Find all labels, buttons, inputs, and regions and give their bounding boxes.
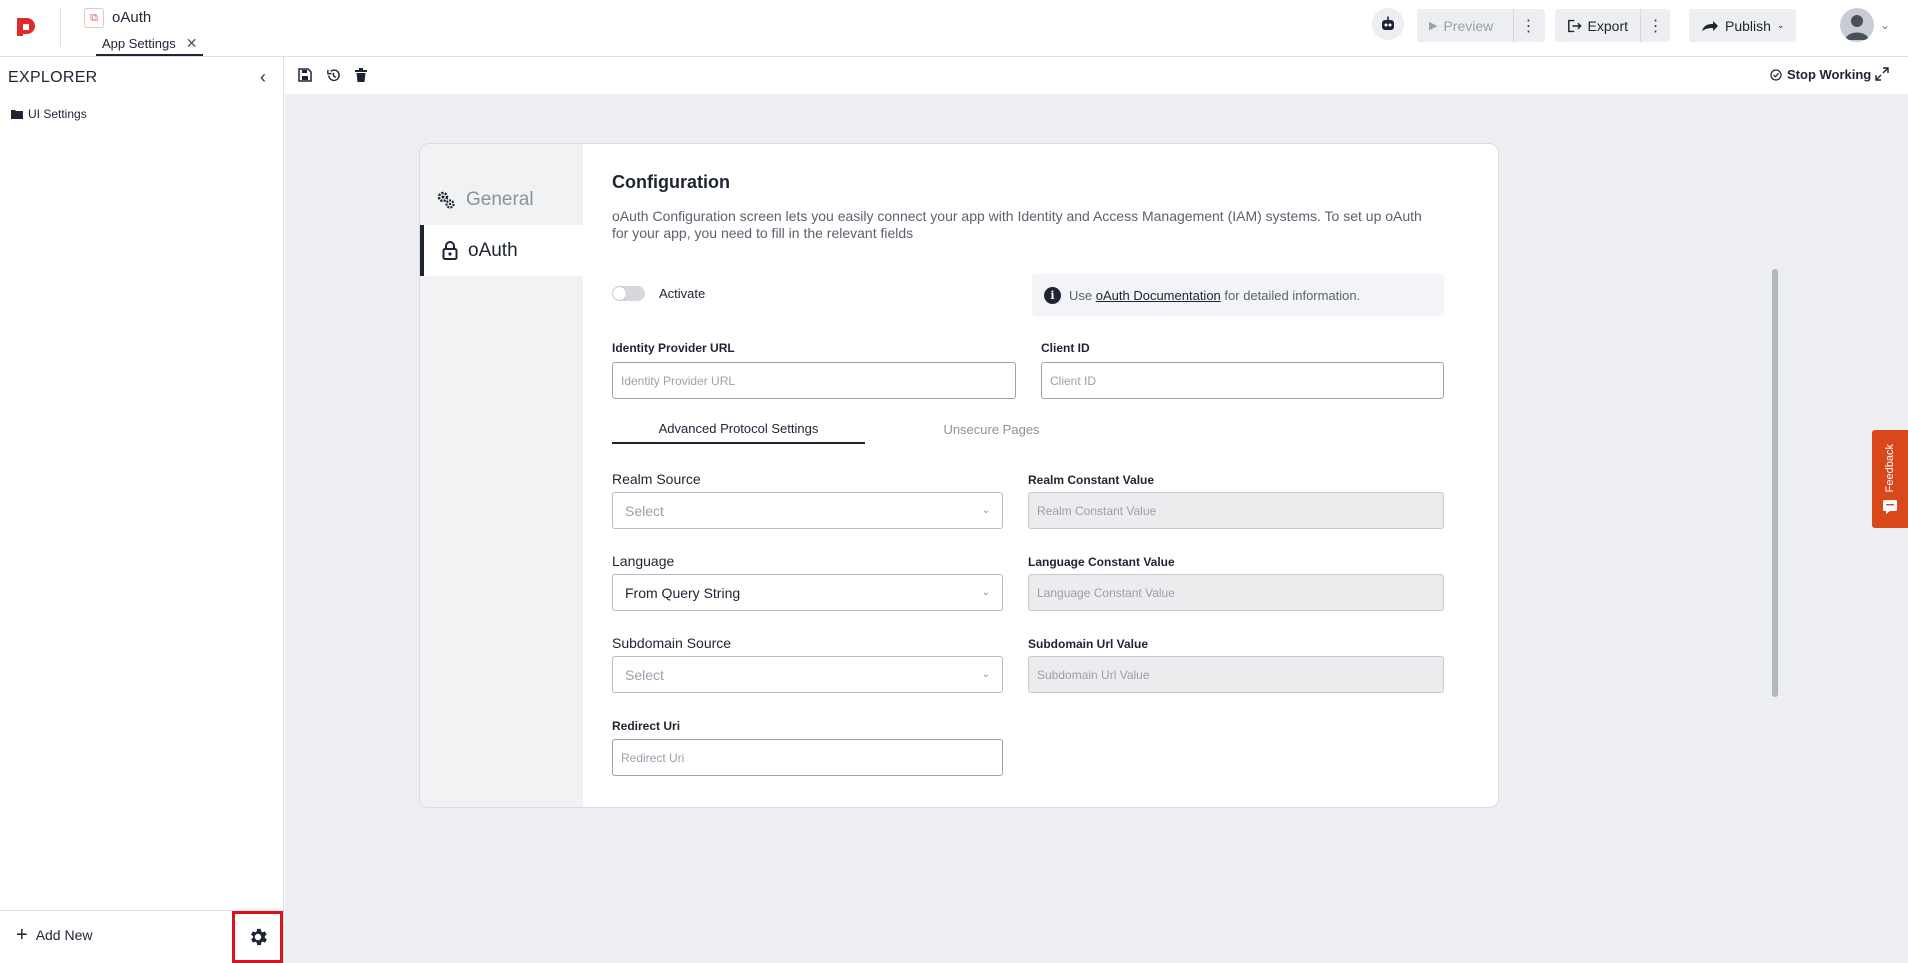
- realm-source-label: Realm Source: [612, 471, 701, 487]
- stop-working-button[interactable]: Stop Working: [1770, 67, 1871, 82]
- feedback-button[interactable]: Feedback: [1872, 430, 1908, 528]
- nav-item-oauth[interactable]: oAuth: [420, 225, 583, 276]
- language-constant-label: Language Constant Value: [1028, 555, 1175, 569]
- language-value: From Query String: [625, 584, 741, 601]
- client-id-label: Client ID: [1041, 341, 1090, 355]
- language-label: Language: [612, 553, 675, 569]
- subdomain-source-label: Subdomain Source: [612, 635, 732, 651]
- topbar-divider: [60, 8, 61, 46]
- check-circle-icon: [1770, 68, 1782, 81]
- realm-constant-label: Realm Constant Value: [1028, 473, 1155, 487]
- section-description: oAuth Configuration screen lets you easi…: [612, 208, 1422, 241]
- tab-label: App Settings: [102, 35, 176, 51]
- add-new-button[interactable]: + Add New: [16, 924, 93, 946]
- sidebar-item-label: UI Settings: [28, 107, 87, 121]
- protocol-subtabs: Advanced Protocol Settings Unsecure Page…: [612, 414, 1442, 444]
- folder-icon: [11, 110, 23, 119]
- export-button-group: Export ⋮: [1555, 9, 1670, 42]
- chevron-down-icon: ⌄: [981, 669, 990, 680]
- identity-provider-url-input[interactable]: [612, 362, 1016, 399]
- redirect-uri-label: Redirect Uri: [612, 719, 681, 733]
- share-arrow-icon: [1702, 20, 1718, 31]
- expand-icon[interactable]: [1875, 67, 1889, 86]
- collapse-sidebar-icon[interactable]: ‹: [260, 67, 266, 88]
- preview-button[interactable]: ▶ Preview: [1417, 9, 1513, 42]
- info-banner: i Use oAuth Documentation for detailed i…: [1032, 274, 1444, 316]
- nav-oauth-label: oAuth: [468, 239, 518, 261]
- assistant-bot-button[interactable]: [1372, 8, 1404, 40]
- nav-general-label: General: [466, 188, 534, 210]
- info-icon: i: [1044, 286, 1061, 304]
- realm-source-select[interactable]: Select ⌄: [612, 492, 1003, 529]
- tab-advanced-protocol-settings[interactable]: Advanced Protocol Settings: [612, 414, 865, 444]
- lock-icon: [442, 241, 458, 260]
- chevron-down-icon: ⌄: [981, 505, 990, 516]
- export-button[interactable]: Export: [1555, 9, 1640, 42]
- sidebar-footer: + Add New: [0, 910, 284, 963]
- identity-provider-url-label: Identity Provider URL: [612, 341, 735, 355]
- workspace-toolbar: Stop Working: [285, 57, 1908, 94]
- settings-button[interactable]: [232, 911, 283, 963]
- client-id-input[interactable]: [1041, 362, 1444, 399]
- stop-working-label: Stop Working: [1787, 67, 1872, 82]
- publish-label: Publish: [1725, 17, 1771, 34]
- close-icon[interactable]: ✕: [186, 35, 198, 52]
- publish-button[interactable]: Publish ⌄: [1689, 9, 1796, 42]
- feedback-label: Feedback: [1884, 443, 1896, 493]
- section-title: Configuration: [612, 172, 730, 192]
- settings-nav: General oAuth: [420, 144, 583, 807]
- play-icon: ▶: [1429, 20, 1438, 32]
- export-more-icon[interactable]: ⋮: [1640, 9, 1670, 42]
- export-label: Export: [1587, 17, 1628, 34]
- subdomain-url-input: [1028, 656, 1444, 693]
- preview-button-group: ▶ Preview ⋮: [1417, 9, 1545, 42]
- realm-source-value: Select: [625, 502, 664, 519]
- preview-more-icon[interactable]: ⋮: [1513, 9, 1543, 42]
- subdomain-source-select[interactable]: Select ⌄: [612, 656, 1003, 693]
- avatar[interactable]: [1840, 8, 1874, 42]
- brand-logo-icon[interactable]: [14, 15, 38, 39]
- app-title: oAuth: [112, 9, 152, 26]
- tab-app-settings[interactable]: App Settings ✕: [96, 32, 204, 56]
- info-prefix: Use: [1069, 287, 1093, 303]
- subdomain-url-label: Subdomain Url Value: [1028, 637, 1149, 651]
- activate-toggle-row: Activate: [612, 286, 705, 301]
- subdomain-source-value: Select: [625, 666, 664, 683]
- info-suffix: for detailed information.: [1224, 287, 1361, 303]
- export-icon: [1568, 19, 1582, 32]
- app-icon: ⧉: [84, 8, 104, 28]
- oauth-configuration-panel: Configuration oAuth Configuration screen…: [583, 144, 1498, 807]
- settings-card: General oAuth Configuration oAuth Config…: [419, 143, 1499, 808]
- preview-label: Preview: [1443, 17, 1494, 34]
- history-icon[interactable]: [325, 67, 341, 83]
- robot-icon: [1382, 16, 1394, 30]
- language-constant-input: [1028, 574, 1444, 611]
- language-select[interactable]: From Query String ⌄: [612, 574, 1003, 611]
- explorer-title: EXPLORER: [8, 69, 98, 86]
- nav-item-general[interactable]: General: [420, 174, 583, 225]
- explorer-sidebar: EXPLORER ‹ UI Settings + Add New: [0, 57, 284, 963]
- gear-icon: [250, 928, 267, 946]
- avatar-chevron-down-icon[interactable]: ⌄: [1880, 18, 1890, 32]
- realm-constant-input: [1028, 492, 1444, 529]
- plus-icon: +: [16, 924, 28, 946]
- gears-icon: [437, 191, 455, 209]
- top-bar: ⧉ oAuth App Settings ✕ ▶ Preview ⋮ Expor…: [0, 0, 1908, 57]
- workspace: Stop Working General oAuth Configuration…: [285, 57, 1908, 963]
- chevron-down-icon: ⌄: [981, 587, 990, 598]
- redirect-uri-input[interactable]: [612, 739, 1003, 776]
- trash-icon[interactable]: [353, 67, 369, 83]
- content-scrollbar[interactable]: [1772, 269, 1778, 697]
- feedback-icon: [1883, 500, 1897, 515]
- activate-toggle[interactable]: [612, 286, 645, 301]
- save-icon[interactable]: [297, 67, 313, 83]
- user-icon: [1845, 15, 1869, 40]
- sidebar-item-ui-settings[interactable]: UI Settings: [11, 107, 87, 121]
- tab-unsecure-pages[interactable]: Unsecure Pages: [865, 414, 1118, 444]
- activate-label: Activate: [659, 286, 706, 301]
- oauth-documentation-link[interactable]: oAuth Documentation: [1096, 288, 1221, 303]
- chevron-down-icon: ⌄: [1776, 20, 1785, 30]
- add-new-label: Add New: [35, 927, 93, 943]
